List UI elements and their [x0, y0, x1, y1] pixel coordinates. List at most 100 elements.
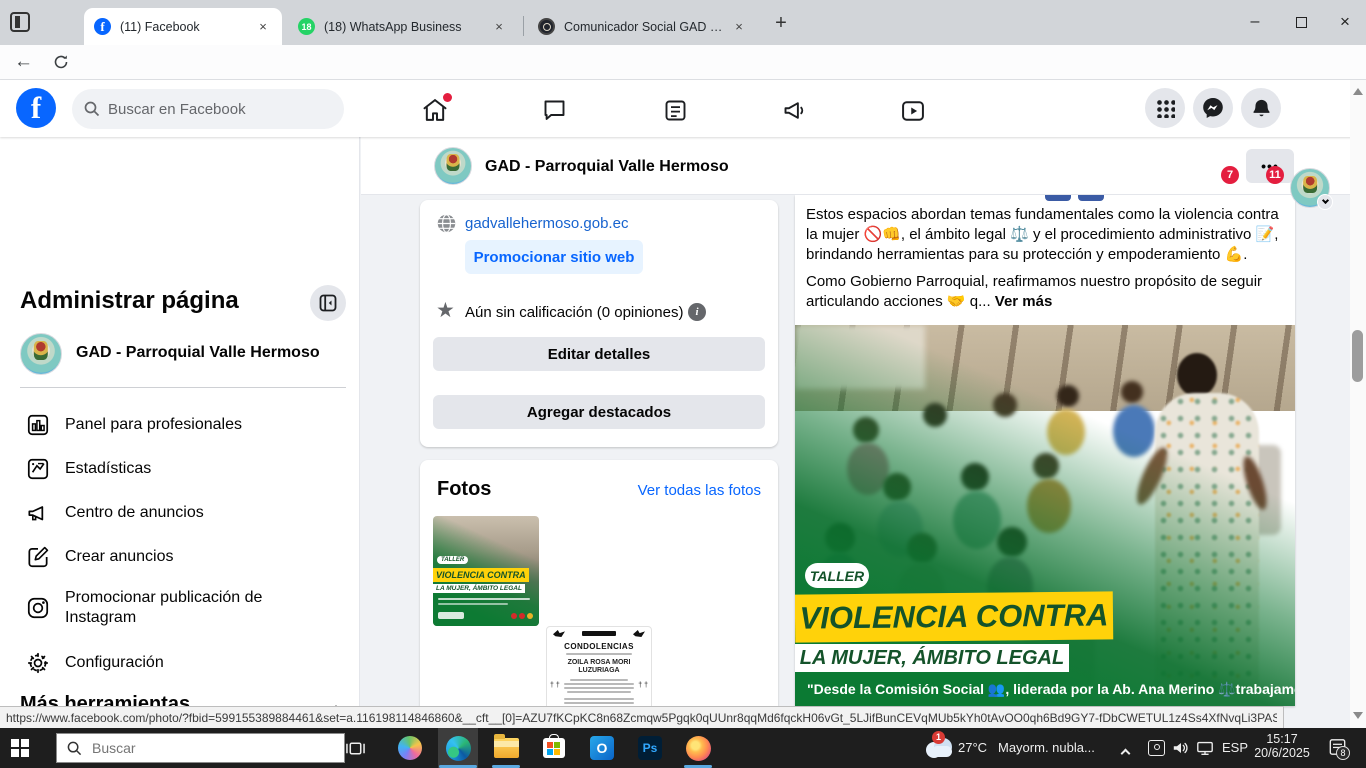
sidebar-collapse-button[interactable] [310, 285, 346, 321]
task-view-icon [346, 739, 365, 758]
tab-workspaces-icon[interactable] [10, 12, 30, 32]
language-indicator[interactable]: ESP [1222, 740, 1248, 755]
messenger-button[interactable] [1193, 88, 1233, 128]
weather-desc[interactable]: Mayorm. nubla... [998, 740, 1095, 755]
weather-temp[interactable]: 27°C [958, 740, 987, 755]
tray-chevron-up[interactable] [1122, 744, 1129, 762]
taskbar-file-explorer[interactable] [486, 728, 526, 768]
notifications-button[interactable] [1241, 88, 1281, 128]
link-preview-url: https://www.facebook.com/photo/?fbid=599… [6, 711, 1277, 725]
photo-thumb-condolencias-1[interactable]: CONDOLENCIAS ZOILA ROSA MORI LUZURIAGA †… [546, 626, 652, 706]
poster-line2: LA MUJER, ÁMBITO LEGAL [795, 644, 1069, 672]
rating-text: Aún sin calificación (0 opiniones) [465, 304, 683, 321]
taskbar-outlook[interactable]: O [582, 728, 622, 768]
info-icon[interactable]: i [688, 303, 706, 321]
thumb-tag: TALLER [437, 556, 468, 564]
sidebar-item-panel-profesionales[interactable]: Panel para profesionales [16, 403, 346, 447]
photo-decoration [511, 613, 517, 619]
tab-comunicador[interactable]: Comunicador Social GAD Parroqu × [528, 8, 758, 45]
website-link[interactable]: gadvallehermoso.gob.ec [465, 215, 628, 232]
tab-facebook[interactable]: f (11) Facebook × [84, 8, 282, 45]
post-text-2: Como Gobierno Parroquial, reafirmamos nu… [806, 272, 1284, 312]
scrollbar-thumb[interactable] [1352, 330, 1363, 382]
nav-pages-icon[interactable] [662, 97, 690, 125]
window-close-button[interactable]: × [1324, 0, 1366, 44]
see-all-photos-link[interactable]: Ver todas las fotos [638, 482, 761, 499]
start-button[interactable] [0, 728, 40, 768]
taskbar-edge[interactable] [438, 728, 478, 768]
promote-website-button[interactable]: Promocionar sitio web [465, 240, 643, 274]
nav-video-icon[interactable] [899, 97, 927, 125]
scroll-up-arrow[interactable] [1353, 88, 1363, 95]
sidebar-item-estadisticas[interactable]: Estadísticas [16, 447, 346, 491]
scroll-down-arrow[interactable] [1353, 712, 1363, 719]
sidebar-item-label: Crear anuncios [65, 547, 174, 567]
grid-menu-icon [1156, 99, 1175, 118]
notification-center-button[interactable]: 8 [1328, 738, 1347, 761]
rating-star-icon: ★ [436, 300, 455, 321]
nav-ads-megaphone-icon[interactable] [781, 97, 809, 125]
poster-caption: "Desde la Comisión Social 👥, liderada po… [807, 681, 1287, 698]
photo-thumb-taller[interactable]: TALLER VIOLENCIA CONTRA LA MUJER, ÁMBITO… [433, 516, 539, 626]
see-more-link[interactable]: Ver más [995, 293, 1053, 310]
facebook-search[interactable] [72, 89, 344, 129]
page-header-avatar[interactable] [434, 147, 472, 185]
search-input[interactable] [108, 101, 308, 118]
account-chevron[interactable] [1317, 194, 1333, 210]
sidebar-item-centro-anuncios[interactable]: Centro de anuncios [16, 491, 346, 535]
thumb-line2: LA MUJER, ÁMBITO LEGAL [433, 584, 525, 593]
nav-home-icon[interactable] [421, 96, 449, 124]
megaphone-icon [24, 499, 52, 527]
taskbar-copilot[interactable] [390, 728, 430, 768]
clock[interactable]: 15:17 20/6/2025 [1254, 732, 1310, 760]
tab-title: (18) WhatsApp Business [324, 20, 490, 34]
window-minimize-button[interactable]: – [1232, 0, 1278, 44]
page-header-title: GAD - Parroquial Valle Hermoso [485, 158, 729, 176]
weather-button[interactable]: 1 [924, 734, 952, 760]
refresh-icon[interactable] [52, 53, 70, 76]
sidebar-item-crear-anuncios[interactable]: Crear anuncios [16, 535, 346, 579]
store-icon [543, 738, 565, 758]
taskbar-store[interactable] [534, 728, 574, 768]
tab-close-icon[interactable]: × [730, 18, 748, 36]
tab-close-icon[interactable]: × [490, 18, 508, 36]
back-icon[interactable]: ← [14, 51, 33, 73]
browser-tab-strip: f (11) Facebook × 18 (18) WhatsApp Busin… [0, 0, 1366, 45]
instagram-icon [24, 594, 52, 622]
apps-menu-button[interactable] [1145, 88, 1185, 128]
facebook-logo[interactable]: f [16, 88, 56, 128]
new-tab-button[interactable]: + [768, 10, 794, 36]
network-icon[interactable] [1196, 739, 1214, 762]
clock-time: 15:17 [1254, 732, 1310, 746]
post-image[interactable]: TALLER VIOLENCIA CONTRA LA MUJER, ÁMBITO… [795, 325, 1295, 706]
post-card: Estos espacios abordan temas fundamental… [795, 195, 1295, 706]
globe-icon [436, 213, 457, 239]
tray-device-icon[interactable] [1148, 740, 1165, 756]
taskbar-search-input[interactable] [92, 740, 312, 756]
tab-whatsapp[interactable]: 18 (18) WhatsApp Business × [288, 8, 518, 45]
photo-decoration [547, 630, 651, 639]
window-maximize-button[interactable] [1278, 0, 1324, 44]
tab-close-icon[interactable]: × [254, 18, 272, 36]
poster-tag: TALLER [805, 563, 869, 588]
taskbar-search[interactable] [56, 733, 345, 763]
nav-messages-icon[interactable] [541, 97, 569, 125]
edit-details-button[interactable]: Editar detalles [433, 337, 765, 371]
poster-line1: VIOLENCIA CONTRA [795, 591, 1113, 642]
taskbar-firefox[interactable] [678, 728, 718, 768]
photos-card: Fotos Ver todas las fotos TALLER VIOLENC… [420, 460, 778, 706]
page-avatar[interactable] [20, 333, 62, 375]
chevron-down-icon [1321, 197, 1328, 204]
sidebar-page-name[interactable]: GAD - Parroquial Valle Hermoso [76, 344, 320, 362]
add-highlights-button[interactable]: Agregar destacados [433, 395, 765, 429]
sidebar-item-promocionar-instagram[interactable]: Promocionar publicación de Instagram [16, 577, 346, 639]
windows-logo-icon [11, 739, 29, 757]
task-view-button[interactable] [335, 728, 375, 768]
page-scrollbar[interactable] [1350, 80, 1366, 728]
messenger-icon [1201, 96, 1225, 120]
outlook-icon: O [590, 736, 614, 760]
taskbar-photoshop[interactable]: Ps [630, 728, 670, 768]
sidebar-item-configuracion[interactable]: Configuración [16, 641, 346, 685]
volume-icon[interactable] [1172, 739, 1190, 762]
tab-title: Comunicador Social GAD Parroqu [564, 20, 730, 34]
